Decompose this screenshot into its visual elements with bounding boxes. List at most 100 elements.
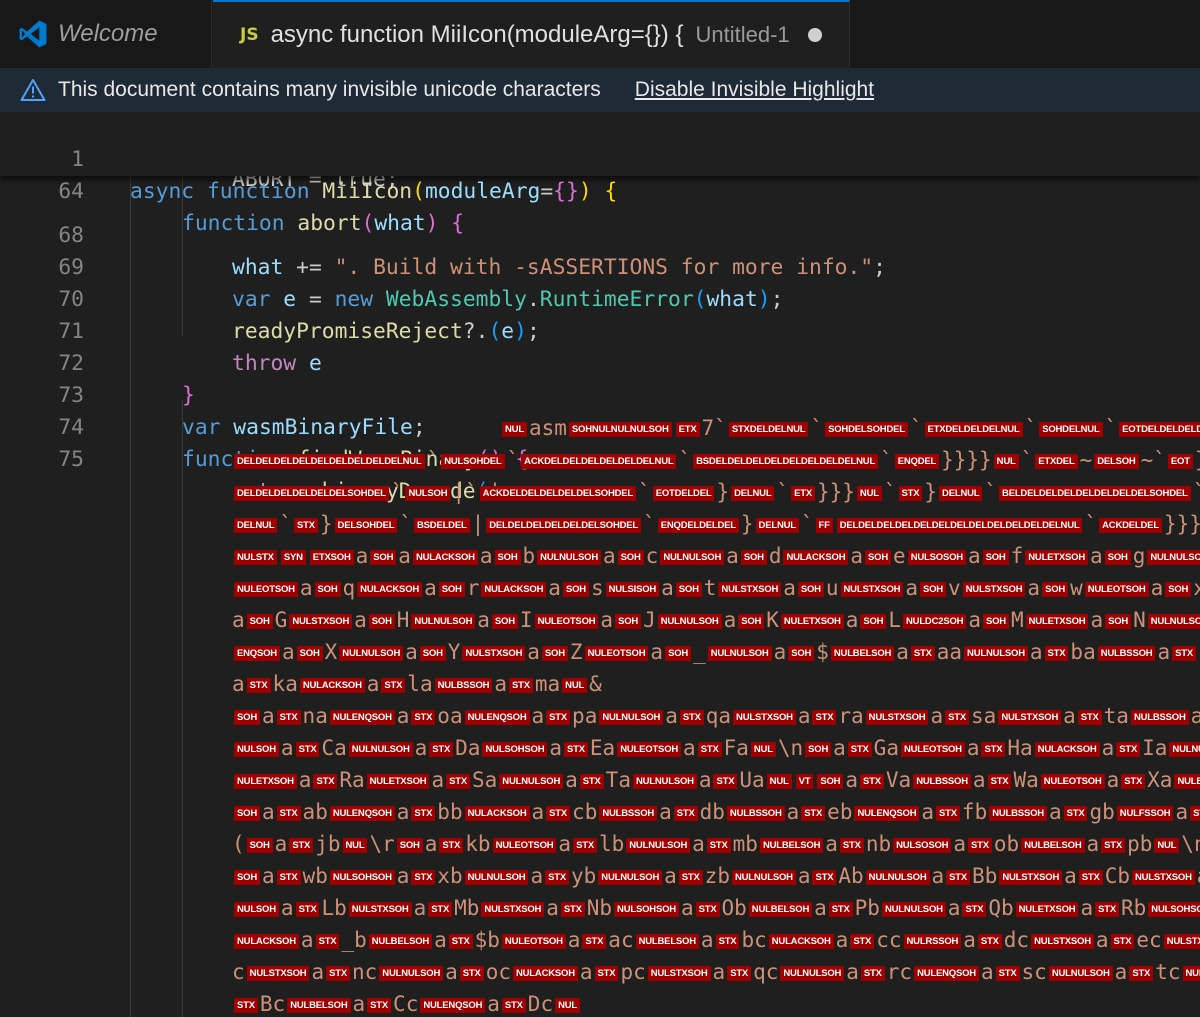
control-char-badge: NULBELSOH [1182, 965, 1200, 981]
string-char: nc [352, 960, 378, 984]
control-char-badge: NULSTXSOH [962, 581, 1026, 597]
string-char: ` [1020, 448, 1034, 472]
string-char: N [1133, 608, 1146, 632]
string-char: d [768, 544, 782, 568]
control-char-badge: STX [727, 965, 752, 981]
control-char-badge: NUL [562, 677, 588, 693]
string-char: a [797, 864, 811, 888]
string-char: a [1063, 704, 1076, 728]
code-line-71[interactable]: 71 throw e [0, 284, 1200, 376]
control-char-badge: NULENQSOH [329, 709, 395, 725]
string-char: a [967, 544, 981, 568]
string-char: } [319, 512, 333, 536]
sticky-line-1[interactable]: 1 async function MiiIcon(moduleArg={}) { [0, 112, 1200, 204]
string-char: qa [705, 704, 732, 728]
sticky-scroll[interactable]: 1 async function MiiIcon(moduleArg={}) {… [0, 112, 1200, 236]
control-char-badge: STX [459, 965, 484, 981]
string-char: a [431, 768, 445, 792]
code-line-75[interactable]: 75 return binaryDecode(' NULasmSOHNULNUL… [0, 412, 1200, 504]
control-char-badge: NULSTXSOH [1031, 933, 1094, 949]
control-char-badge: STX [995, 965, 1020, 981]
string-char: \r [369, 832, 395, 856]
string-char: a [659, 800, 672, 824]
control-char-badge: NULETXSOH [780, 613, 844, 629]
string-char: & [589, 672, 602, 696]
control-char-badge: EOTDELDEL [652, 485, 715, 501]
string-char: ma [534, 672, 561, 696]
disable-invisible-highlight-link[interactable]: Disable Invisible Highlight [635, 78, 874, 102]
code-line-72[interactable]: 72 } [0, 316, 1200, 408]
control-char-badge: STX [962, 901, 987, 917]
code-line-70[interactable]: 70 readyPromiseReject?.(e); [0, 252, 1200, 344]
string-char: Nb [586, 896, 613, 920]
string-char: u [825, 576, 839, 600]
code-editor[interactable]: ABORT = true; 1 async function MiiIcon(m… [0, 112, 1200, 1017]
control-char-badge: NULNULSOH [660, 549, 725, 565]
string-char: Va [885, 768, 912, 792]
string-char: a [846, 960, 859, 984]
control-char-badge: NULACKSOH [783, 549, 849, 565]
control-char-badge: SOH [617, 549, 644, 565]
control-char-badge: SOHNULNULNULSOH [568, 421, 672, 437]
string-char: c [232, 960, 245, 984]
string-char: a [833, 736, 846, 760]
control-char-badge: NULEOTSOH [234, 581, 298, 597]
string-char: a [966, 736, 980, 760]
wrapped-string-row: NULSOH a STX Ca NULNULSOH a STX Da NULSOHSOH a STX… [232, 732, 1200, 764]
string-char: a [355, 544, 369, 568]
control-char-badge: NULEOTSOH [584, 645, 649, 661]
control-char-badge: NUL [342, 837, 368, 853]
string-char: a [298, 768, 312, 792]
string-char: a [405, 640, 418, 664]
control-char-badge: ENQDEL [894, 453, 940, 469]
invisible-unicode-banner: This document contains many invisible un… [0, 68, 1200, 112]
control-char-badge: STX [1129, 965, 1154, 981]
control-char-badge: NULNULSOH [379, 965, 444, 981]
string-char: Bc [259, 992, 286, 1016]
control-char-badge: BELDELDELDELDELDELDELDELSOHDEL [999, 485, 1191, 501]
string-char: a [1064, 864, 1077, 888]
control-char-badge: NULNULSOH [348, 741, 413, 757]
control-char-badge: NULSTXSOH [1163, 933, 1200, 949]
control-char-badge: DELDELDELDELDELDELSOHDEL [486, 517, 642, 533]
control-char-badge: STX [981, 741, 1006, 757]
control-char-badge: STX [910, 645, 935, 661]
string-char: a [548, 576, 561, 600]
control-char-badge: STX [1121, 773, 1146, 789]
sticky-line-64[interactable]: 64 function abort(what) { [0, 144, 1200, 236]
code-line-74[interactable]: 74 function findWasmBinary() { [0, 380, 1200, 472]
string-char: a [1048, 800, 1062, 824]
control-char-badge: STX [315, 933, 340, 949]
string-char: g [1132, 544, 1146, 568]
control-char-badge: DELNUL [731, 485, 775, 501]
string-char: bc [741, 928, 767, 952]
control-char-badge: NULBELSOH [748, 901, 813, 917]
control-char-badge: NULEOTSOH [492, 837, 557, 853]
control-char-badge: NULFSSOH [1116, 805, 1174, 821]
string-char: a [527, 640, 540, 664]
code-line-69[interactable]: 69 var e = new WebAssembly.RuntimeError(… [0, 220, 1200, 312]
code-line-73[interactable]: 73 var wasmBinaryFile; [0, 348, 1200, 440]
control-char-badge: DELSOHDEL [334, 517, 398, 533]
string-char: a [477, 608, 490, 632]
string-char: a [354, 608, 367, 632]
string-char: a [712, 960, 726, 984]
string-char: q [342, 576, 356, 600]
control-char-badge: STX [1063, 805, 1088, 821]
control-char-badge: NULETXSOH [1025, 549, 1089, 565]
control-char-badge: STX [411, 805, 436, 821]
string-char: a [262, 704, 275, 728]
control-char-badge: SOH [234, 805, 260, 821]
javascript-file-icon: JS [240, 25, 259, 45]
tab-untitled-1[interactable]: JS async function MiiIcon(moduleArg={}) … [213, 0, 850, 68]
tab-welcome[interactable]: Welcome [0, 0, 212, 68]
string-char: ` [506, 448, 520, 472]
string-char: jb [315, 832, 341, 856]
control-char-badge: SOH [982, 549, 1009, 565]
string-char: Fa [723, 736, 749, 760]
control-char-badge: NULACKSOH [412, 549, 478, 565]
string-char: Y [447, 640, 461, 664]
control-char-badge: STX [1077, 709, 1102, 725]
unsaved-dot-icon[interactable] [807, 28, 822, 42]
string-char: a [1150, 576, 1164, 600]
